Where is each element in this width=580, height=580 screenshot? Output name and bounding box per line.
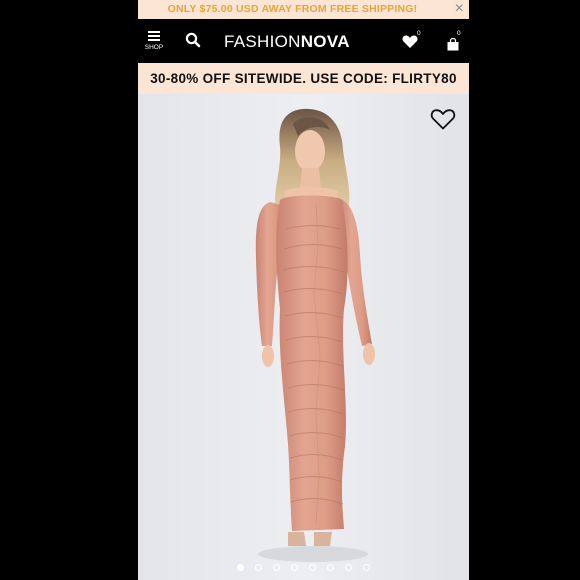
logo-text-nova: NOVA [300,32,350,51]
shipping-bar-text: ONLY $75.00 USD AWAY FROM FREE SHIPPING! [167,3,418,15]
shop-menu-button[interactable]: SHOP [144,29,164,55]
heart-icon [402,35,418,48]
shop-menu-label: SHOP [144,44,164,51]
logo[interactable]: FASHIONNOVA [224,32,350,52]
carousel-pagination [138,564,469,574]
carousel-dot[interactable] [273,564,280,571]
product-photo [138,94,469,580]
promo-banner[interactable]: 30-80% OFF SITEWIDE. USE CODE: FLIRTY80 [138,63,469,94]
logo-text-fashion: FASHION [224,32,301,51]
header: SHOP FASHIONNOVA 0 0 [138,19,469,63]
product-image-carousel[interactable] [138,94,469,580]
wishlist-count: 0 [417,30,421,37]
shopping-bag-icon [447,38,459,51]
carousel-dot[interactable] [291,564,298,571]
search-icon[interactable] [185,32,201,48]
mobile-page: ONLY $75.00 USD AWAY FROM FREE SHIPPING!… [138,0,469,580]
carousel-dot[interactable] [309,564,316,571]
cart-count: 0 [457,30,461,37]
cart-button[interactable]: 0 [447,30,465,52]
close-icon[interactable]: × [454,0,464,18]
wishlist-button[interactable]: 0 [402,30,422,52]
favorite-heart-icon[interactable] [430,107,456,131]
carousel-dot[interactable] [255,564,262,571]
carousel-dot[interactable] [327,564,334,571]
shipping-bar: ONLY $75.00 USD AWAY FROM FREE SHIPPING!… [138,0,469,19]
carousel-dot[interactable] [363,564,370,571]
carousel-dot[interactable] [345,564,352,571]
hamburger-icon [148,31,160,41]
carousel-dot[interactable] [237,564,244,571]
